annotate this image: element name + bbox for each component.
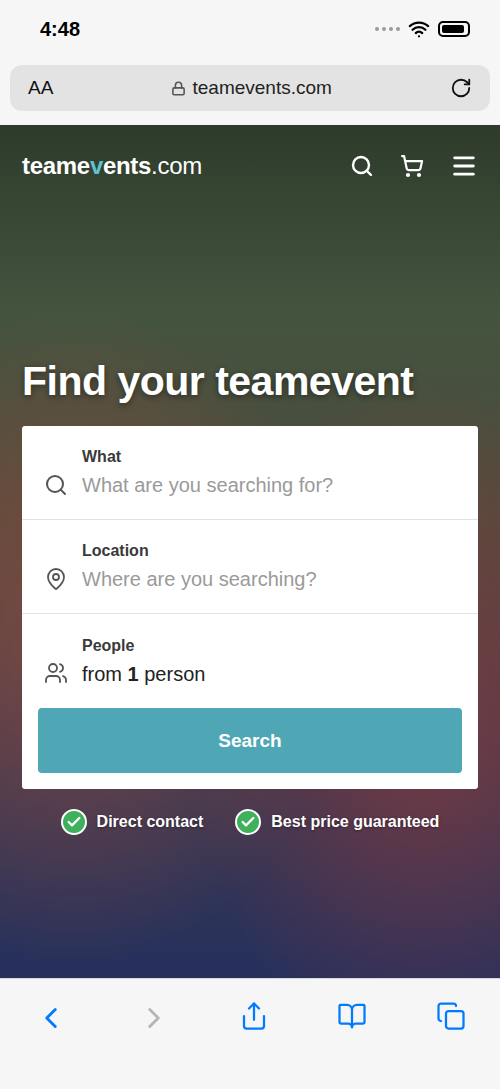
people-icon <box>44 661 68 685</box>
address-bar[interactable]: AA teamevents.com <box>10 65 490 111</box>
reload-icon <box>450 77 472 99</box>
search-button[interactable]: Search <box>38 708 462 773</box>
check-icon <box>66 814 82 830</box>
badge-label: Direct contact <box>97 813 204 831</box>
field-body: What <box>82 448 456 497</box>
browser-toolbar <box>0 978 500 1089</box>
signal-dot <box>375 27 379 31</box>
reload-button[interactable] <box>450 77 472 99</box>
menu-icon <box>450 152 478 180</box>
search-card: What Location People from 1 person Search <box>22 426 478 789</box>
text-size-button[interactable]: AA <box>28 77 53 99</box>
search-icon <box>44 473 68 497</box>
field-input[interactable] <box>82 568 456 591</box>
check-circle-icon <box>61 809 87 835</box>
bookmarks-button[interactable] <box>337 1001 367 1031</box>
hero-title: Find your teamevent <box>22 357 478 406</box>
site-nav: teamevents.com <box>22 125 478 207</box>
field-icon-wrap <box>44 661 68 685</box>
field-label: What <box>82 448 456 466</box>
bookmarks-icon <box>337 1001 367 1031</box>
status-bar: 4:48 <box>0 0 500 58</box>
field-label: People <box>82 637 456 655</box>
field-icon-wrap <box>44 567 68 591</box>
location-pin-icon <box>44 567 68 591</box>
wifi-icon <box>408 18 430 40</box>
badge: Best price guaranteed <box>235 809 439 835</box>
address-area: AA teamevents.com <box>0 58 500 125</box>
nav-search-button[interactable] <box>350 154 374 178</box>
field-value[interactable]: from 1 person <box>82 663 456 686</box>
cart-icon <box>400 154 424 178</box>
nav-icons <box>350 152 478 180</box>
battery-icon <box>438 21 470 37</box>
site-logo[interactable]: teamevents.com <box>22 152 202 180</box>
lock-icon <box>171 81 186 96</box>
search-field: People from 1 person <box>22 614 478 708</box>
phone-screen: 4:48 AA teamevents.com teamevents.com Find y… <box>0 0 500 1089</box>
check-icon <box>240 814 256 830</box>
check-circle-icon <box>235 809 261 835</box>
status-time: 4:48 <box>40 18 80 41</box>
badge: Direct contact <box>61 809 204 835</box>
field-label: Location <box>82 542 456 560</box>
menu-button[interactable] <box>450 152 478 180</box>
share-icon <box>239 1001 269 1031</box>
forward-button[interactable] <box>137 1001 171 1035</box>
field-input[interactable] <box>82 474 456 497</box>
url-text: teamevents.com <box>192 77 331 99</box>
tabs-button[interactable] <box>436 1001 466 1031</box>
search-field: Location <box>22 520 478 614</box>
field-icon-wrap <box>44 473 68 497</box>
logo-accent: v <box>90 152 103 179</box>
signal-dot <box>382 27 386 31</box>
hero: teamevents.com Find your teamevent What Loc… <box>0 125 500 978</box>
status-icons <box>375 18 470 40</box>
battery-fill <box>442 25 464 33</box>
cart-button[interactable] <box>400 154 424 178</box>
signal-dot <box>389 27 393 31</box>
back-button[interactable] <box>34 1001 68 1035</box>
share-button[interactable] <box>239 1001 269 1031</box>
search-icon <box>350 154 374 178</box>
back-icon <box>34 1001 68 1035</box>
field-body: Location <box>82 542 456 591</box>
signal-dot <box>396 27 400 31</box>
field-body: People from 1 person <box>82 637 456 686</box>
search-field: What <box>22 426 478 520</box>
forward-icon <box>137 1001 171 1035</box>
signal-icon <box>375 27 400 31</box>
badge-label: Best price guaranteed <box>271 813 439 831</box>
tabs-icon <box>436 1001 466 1031</box>
url[interactable]: teamevents.com <box>171 77 331 99</box>
badges: Direct contact Best price guaranteed <box>22 809 478 835</box>
logo-tld: .com <box>151 152 202 179</box>
